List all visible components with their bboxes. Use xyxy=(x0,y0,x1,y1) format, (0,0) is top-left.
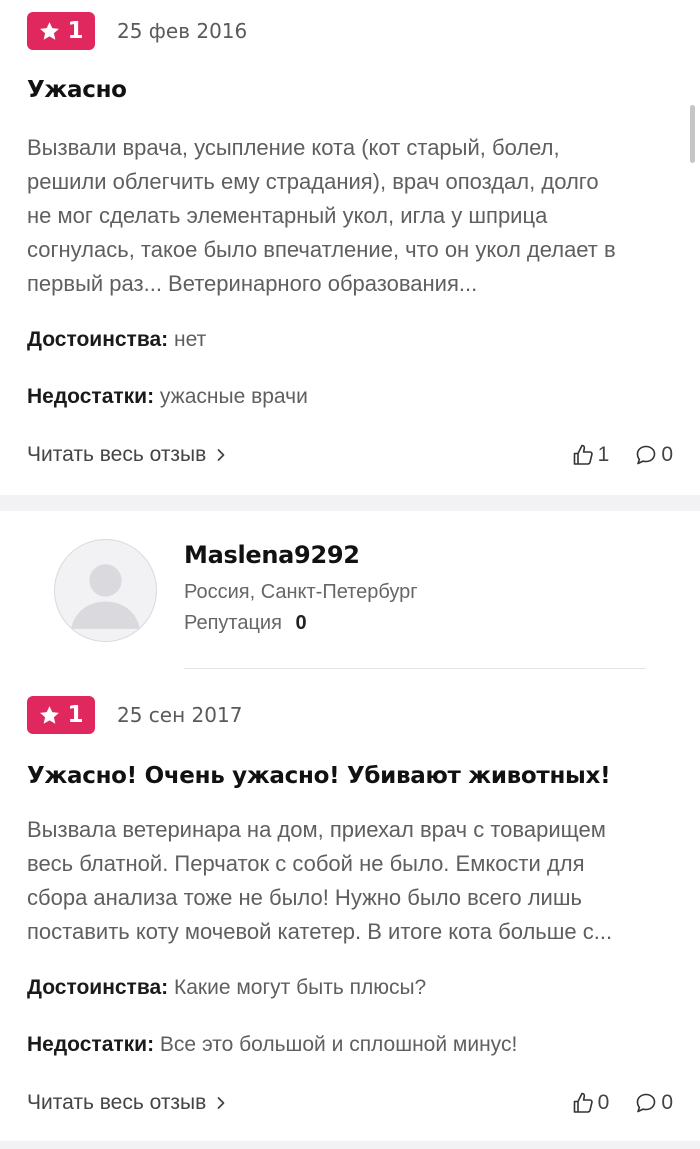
read-full-review-link[interactable]: Читать весь отзыв xyxy=(27,1091,226,1115)
pros-label: Достоинства: xyxy=(27,328,169,351)
read-more-label: Читать весь отзыв xyxy=(27,443,207,466)
review-text-line: первый раз... Ветеринарного образования.… xyxy=(27,271,478,296)
like-button[interactable]: 0 xyxy=(571,1091,610,1115)
review-separator xyxy=(0,495,700,511)
review-separator xyxy=(0,1141,700,1149)
review-text[interactable]: Вызвала ветеринара на дом, приехал врач … xyxy=(27,813,687,949)
comment-bubble-icon xyxy=(637,445,656,465)
default-user-avatar xyxy=(71,564,140,629)
review-header: 1 25 фев 2016 xyxy=(27,12,247,50)
review-text-line: Вызвали врача, усыпление кота (кот стары… xyxy=(27,135,560,160)
review-cons: Недостатки: Все это большой и сплошной м… xyxy=(27,1033,517,1057)
author-reputation: Репутация 0 xyxy=(184,612,307,635)
comment-count: 0 xyxy=(661,443,673,466)
star-icon xyxy=(40,705,60,724)
read-full-review-link[interactable]: Читать весь отзыв xyxy=(27,443,226,467)
review-counters: 1 0 xyxy=(571,443,673,467)
comment-bubble-icon xyxy=(637,1093,656,1113)
comments-button[interactable]: 0 xyxy=(634,443,673,467)
review-text[interactable]: Вызвали врача, усыпление кота (кот стары… xyxy=(27,131,687,301)
author-block: Maslena9292 Россия, Санкт-Петербург Репу… xyxy=(27,511,673,669)
rating-value: 1 xyxy=(67,18,84,44)
like-count: 1 xyxy=(597,443,610,466)
divider xyxy=(184,668,646,669)
review-text-line: не мог сделать элементарный укол, игла у… xyxy=(27,203,548,228)
review-text-line: Вызвала ветеринара на дом, приехал врач … xyxy=(27,817,606,842)
review-text-line: весь блатной. Перчаток с собой не было. … xyxy=(27,851,585,876)
review-card: 1 25 фев 2016 Ужасно Вызвали врача, усып… xyxy=(0,0,700,495)
author-location: Россия, Санкт-Петербург xyxy=(184,581,418,603)
review-text-line: сбора анализа тоже не было! Нужно было в… xyxy=(27,885,582,910)
chevron-right-icon xyxy=(217,1097,225,1109)
thumbs-up-icon xyxy=(573,444,593,465)
review-footer: Читать весь отзыв 1 0 xyxy=(27,443,673,467)
review-date: 25 фев 2016 xyxy=(117,19,248,43)
review-title[interactable]: Ужасно xyxy=(27,77,127,103)
cons-value: Все это большой и сплошной минус! xyxy=(159,1033,518,1056)
review-text-line: поставить коту мочевой катетер. В итоге … xyxy=(27,919,613,944)
comments-button[interactable]: 0 xyxy=(634,1091,673,1115)
like-count: 0 xyxy=(597,1091,610,1114)
read-more-label: Читать весь отзыв xyxy=(27,1091,207,1114)
review-card: Maslena9292 Россия, Санкт-Петербург Репу… xyxy=(0,511,700,1141)
review-title[interactable]: Ужасно! Очень ужасно! Убивают животных! xyxy=(27,763,611,789)
chevron-right-icon xyxy=(217,449,225,461)
review-date: 25 сен 2017 xyxy=(117,703,243,727)
pros-value: Какие могут быть плюсы? xyxy=(174,976,427,999)
reputation-value: 0 xyxy=(295,612,307,634)
review-text-line: решили облегчить ему страдания), врач оп… xyxy=(27,169,599,194)
review-pros: Достоинства: Какие могут быть плюсы? xyxy=(27,976,426,1000)
cons-label: Недостатки: xyxy=(27,1033,155,1056)
thumbs-up-icon xyxy=(573,1092,593,1113)
rating-badge: 1 xyxy=(27,696,95,734)
cons-label: Недостатки: xyxy=(27,385,155,408)
like-button[interactable]: 1 xyxy=(571,443,610,467)
rating-badge: 1 xyxy=(27,12,95,50)
star-icon xyxy=(40,21,60,40)
pros-label: Достоинства: xyxy=(27,976,169,999)
cons-value: ужасные врачи xyxy=(159,385,308,408)
reputation-label: Репутация xyxy=(184,612,282,634)
review-footer: Читать весь отзыв 0 0 xyxy=(27,1091,673,1115)
review-text-line: согнулась, такое было впечатление, что о… xyxy=(27,237,616,262)
author-name[interactable]: Maslena9292 xyxy=(184,541,360,569)
comment-count: 0 xyxy=(661,1091,673,1114)
avatar[interactable] xyxy=(54,539,157,642)
review-counters: 0 0 xyxy=(571,1091,673,1115)
review-pros: Достоинства: нет xyxy=(27,328,206,352)
review-cons: Недостатки: ужасные врачи xyxy=(27,385,308,409)
rating-value: 1 xyxy=(67,702,84,728)
pros-value: нет xyxy=(174,328,207,351)
review-header: 1 25 сен 2017 xyxy=(27,696,242,734)
